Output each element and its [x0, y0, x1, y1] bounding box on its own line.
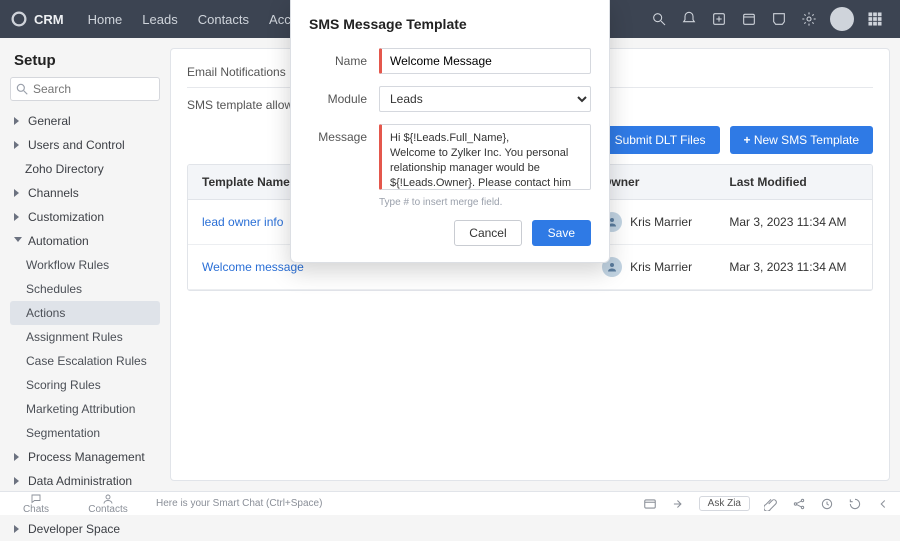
sidebar-item[interactable]: Data Administration [10, 469, 160, 493]
ask-zia-button[interactable]: Ask Zia [699, 496, 750, 511]
sidebar-item[interactable]: Schedules [10, 277, 160, 301]
label-message: Message [309, 124, 367, 144]
sidebar-item[interactable]: Customization [10, 205, 160, 229]
sidebar-item-label: Automation [28, 234, 89, 248]
calendar-icon[interactable] [734, 0, 764, 38]
brand[interactable]: CRM [10, 10, 64, 28]
sidebar-item[interactable]: Segmentation [10, 421, 160, 445]
owner-name: Kris Marrier [630, 215, 692, 229]
last-modified-cell: Mar 3, 2023 11:34 AM [715, 245, 872, 290]
sidebar-item[interactable]: Users and Control [10, 133, 160, 157]
module-select[interactable]: Leads [379, 86, 591, 112]
bottom-contacts[interactable]: Contacts [72, 493, 144, 515]
sidebar-item-label: Channels [28, 186, 79, 200]
sidebar-item[interactable]: General [10, 109, 160, 133]
sidebar-item-label: Zoho Directory [25, 162, 104, 176]
last-modified-cell: Mar 3, 2023 11:34 AM [715, 200, 872, 245]
sidebar-item[interactable]: Case Escalation Rules [10, 349, 160, 373]
sidebar-item-label: Scoring Rules [26, 378, 101, 392]
sidebar-item[interactable]: Developer Space [10, 517, 160, 541]
sidebar-item-label: Developer Space [28, 522, 120, 536]
modal-title: SMS Message Template [309, 16, 591, 32]
sms-template-modal: SMS Message Template Name Module Leads M… [290, 0, 610, 263]
bottom-contacts-label: Contacts [88, 505, 127, 515]
sidebar-title: Setup [14, 52, 160, 69]
label-name: Name [309, 48, 367, 68]
sidebar-search[interactable] [10, 77, 160, 101]
sidebar-item[interactable]: Channels [10, 181, 160, 205]
sidebar-item-label: Schedules [26, 282, 82, 296]
arrow-icon[interactable] [671, 497, 685, 511]
chevron-right-icon [14, 525, 22, 533]
message-textarea[interactable] [379, 124, 591, 190]
contacts-icon [102, 493, 114, 505]
name-input[interactable] [379, 48, 591, 74]
chevron-down-icon [14, 237, 22, 245]
sidebar-item[interactable]: Process Management [10, 445, 160, 469]
search-icon [15, 82, 29, 96]
brand-logo-icon [10, 10, 28, 28]
bottom-bar: Chats Contacts Here is your Smart Chat (… [0, 491, 900, 515]
sidebar-item[interactable]: Marketing Attribution [10, 397, 160, 421]
bottom-chats-label: Chats [23, 505, 49, 515]
nav-home[interactable]: Home [78, 0, 133, 38]
chevron-right-icon [14, 477, 22, 485]
sidebar-list: General Users and Control Zoho Directory Ch… [10, 109, 160, 541]
new-sms-template-button[interactable]: New SMS Template [730, 126, 874, 154]
tray-icon[interactable] [764, 0, 794, 38]
setup-sidebar: Setup General Users and Control Zoho Direc… [10, 48, 160, 481]
clip-icon[interactable] [764, 497, 778, 511]
add-icon[interactable] [704, 0, 734, 38]
sidebar-item-label: Segmentation [26, 426, 100, 440]
bell-icon[interactable] [674, 0, 704, 38]
search-icon[interactable] [644, 0, 674, 38]
chevron-right-icon [14, 213, 22, 221]
submit-dlt-button[interactable]: Submit DLT Files [601, 126, 720, 154]
user-avatar[interactable] [830, 7, 854, 31]
sidebar-item-label: General [28, 114, 71, 128]
bottom-chats[interactable]: Chats [0, 493, 72, 515]
merge-hint: Type # to insert merge field. [379, 197, 591, 208]
chevron-right-icon [14, 141, 22, 149]
sidebar-item-label: Customization [28, 210, 104, 224]
panel-icon[interactable] [643, 497, 657, 511]
sidebar-item[interactable]: Zoho Directory [10, 157, 160, 181]
sidebar-item[interactable]: Assignment Rules [10, 325, 160, 349]
sidebar-item-label: Actions [26, 306, 65, 320]
sidebar-item-label: Data Administration [28, 474, 132, 488]
chevron-right-icon [14, 453, 22, 461]
label-module: Module [309, 86, 367, 106]
sidebar-search-input[interactable] [10, 77, 160, 101]
chat-icon [30, 493, 42, 505]
sidebar-item-label: Marketing Attribution [26, 402, 135, 416]
nav-leads[interactable]: Leads [132, 0, 187, 38]
owner-name: Kris Marrier [630, 260, 692, 274]
chevron-right-icon [14, 189, 22, 197]
chevron-right-icon [14, 117, 22, 125]
col-last-modified: Last Modified [715, 165, 872, 200]
sidebar-item-label: Assignment Rules [26, 330, 123, 344]
sidebar-item-label: Users and Control [28, 138, 125, 152]
chevron-left-icon[interactable] [876, 497, 890, 511]
sidebar-item[interactable]: Automation [10, 229, 160, 253]
history-icon[interactable] [848, 497, 862, 511]
gear-icon[interactable] [794, 0, 824, 38]
sidebar-item[interactable]: Actions [10, 301, 160, 325]
sidebar-item-label: Workflow Rules [26, 258, 109, 272]
share-icon[interactable] [792, 497, 806, 511]
apps-icon[interactable] [860, 0, 890, 38]
cancel-button[interactable]: Cancel [454, 220, 521, 246]
sidebar-item[interactable]: Scoring Rules [10, 373, 160, 397]
smart-chat-hint: Here is your Smart Chat (Ctrl+Space) [156, 498, 322, 509]
save-button[interactable]: Save [532, 220, 591, 246]
sidebar-item[interactable]: Workflow Rules [10, 253, 160, 277]
brand-name: CRM [34, 12, 64, 27]
sidebar-item-label: Process Management [28, 450, 145, 464]
nav-contacts[interactable]: Contacts [188, 0, 259, 38]
sidebar-item-label: Case Escalation Rules [26, 354, 147, 368]
clock-icon[interactable] [820, 497, 834, 511]
tab-email-notifications[interactable]: Email Notifications [187, 59, 286, 87]
